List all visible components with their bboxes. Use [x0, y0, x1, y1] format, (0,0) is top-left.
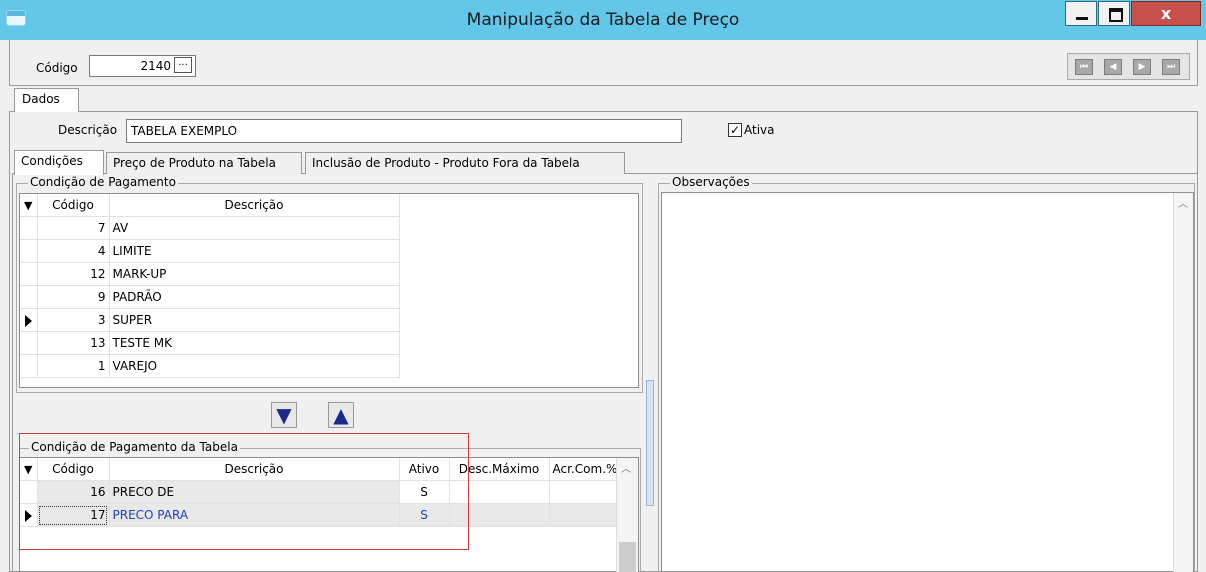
- row-indicator: [20, 239, 38, 263]
- tab-dados[interactable]: Dados: [14, 88, 79, 112]
- col-descricao[interactable]: Descrição: [109, 194, 400, 217]
- cell-descricao: PADRÃO: [109, 285, 400, 309]
- cell-codigo: 7: [37, 216, 110, 240]
- observacoes-textarea[interactable]: [661, 192, 1194, 572]
- move-down-button[interactable]: ▼: [271, 402, 297, 428]
- tab-condicoes[interactable]: Condições: [14, 150, 104, 175]
- scroll-thumb[interactable]: [619, 542, 636, 572]
- next-record-button[interactable]: ▶: [1133, 59, 1151, 75]
- cell-codigo: 12: [37, 262, 110, 286]
- cell-acr-com: [549, 503, 622, 527]
- cell-descricao: MARK-UP: [109, 262, 400, 286]
- table-row[interactable]: 4 LIMITE: [20, 239, 400, 263]
- table-row[interactable]: 3 SUPER: [20, 308, 400, 332]
- cell-codigo: 3: [37, 308, 110, 332]
- cell-descricao: VAREJO: [109, 354, 400, 378]
- row-indicator: [20, 216, 38, 240]
- prev-record-button[interactable]: ◀: [1104, 59, 1122, 75]
- current-row-indicator-icon: [20, 308, 38, 332]
- cell-descricao: AV: [109, 216, 400, 240]
- last-record-button[interactable]: ⏭: [1162, 59, 1180, 75]
- row-indicator: [20, 262, 38, 286]
- condicao-pagamento-grid[interactable]: ▼ Código Descrição 7 AV 4 LIMITE 12 MARK…: [19, 193, 639, 388]
- tab-preco-produto[interactable]: Preço de Produto na Tabela: [106, 152, 302, 174]
- table-row[interactable]: 1 VAREJO: [20, 354, 400, 378]
- col-acr-com[interactable]: Acr.Com.%: [549, 458, 622, 481]
- highlight-box: [19, 433, 469, 550]
- cell-descricao: SUPER: [109, 308, 400, 332]
- cell-codigo: 9: [37, 285, 110, 309]
- window-title: Manipulação da Tabela de Preço: [466, 10, 740, 30]
- row-indicator: [20, 285, 38, 309]
- minimize-button[interactable]: [1065, 1, 1097, 26]
- descricao-input[interactable]: TABELA EXEMPLO: [126, 119, 682, 143]
- grid-menu-icon[interactable]: ▼: [20, 194, 38, 217]
- vertical-scrollbar[interactable]: ︿: [616, 458, 638, 572]
- cell-codigo: 1: [37, 354, 110, 378]
- cell-codigo: 13: [37, 331, 110, 355]
- move-up-button[interactable]: ▲: [328, 402, 354, 428]
- ativa-label: Ativa: [744, 123, 775, 137]
- close-button[interactable]: x: [1131, 1, 1201, 26]
- row-indicator: [20, 331, 38, 355]
- panel-splitter[interactable]: [646, 380, 654, 506]
- condicao-pagamento-legend: Condição de Pagamento: [28, 175, 178, 189]
- codigo-label: Código: [36, 61, 78, 75]
- descricao-label: Descrição: [58, 123, 118, 137]
- observacoes-legend: Observações: [670, 175, 752, 189]
- col-codigo[interactable]: Código: [37, 194, 110, 217]
- observacoes-scrollbar[interactable]: ︿: [1173, 193, 1193, 572]
- table-row[interactable]: 9 PADRÃO: [20, 285, 400, 309]
- row-indicator: [20, 354, 38, 378]
- table-row[interactable]: 12 MARK-UP: [20, 262, 400, 286]
- scroll-up-icon[interactable]: ︿: [1178, 195, 1188, 210]
- maximize-button[interactable]: [1098, 1, 1130, 26]
- cell-descricao: TESTE MK: [109, 331, 400, 355]
- ativa-checkbox[interactable]: ✓: [728, 123, 742, 137]
- lookup-button[interactable]: ...: [174, 57, 192, 73]
- scroll-up-icon[interactable]: ︿: [621, 460, 631, 475]
- cell-codigo: 4: [37, 239, 110, 263]
- table-row[interactable]: 13 TESTE MK: [20, 331, 400, 355]
- first-record-button[interactable]: ⏮: [1075, 59, 1093, 75]
- cell-descricao: LIMITE: [109, 239, 400, 263]
- cell-acr-com: [549, 480, 622, 504]
- tab-inclusao-produto[interactable]: Inclusão de Produto - Produto Fora da Ta…: [305, 152, 625, 174]
- table-row[interactable]: 7 AV: [20, 216, 400, 240]
